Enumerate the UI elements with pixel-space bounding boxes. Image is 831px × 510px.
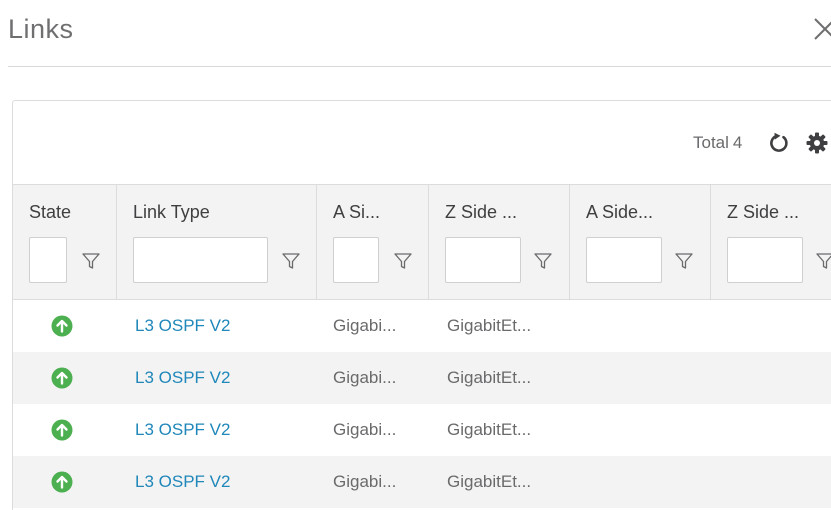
filter-icon[interactable] [281, 251, 301, 271]
column-header-state[interactable]: State [29, 202, 71, 223]
z-side-cell: GigabitEt... [447, 368, 532, 387]
state-filter-input[interactable] [29, 237, 67, 283]
filter-icon[interactable] [674, 251, 694, 271]
column-z-side: Z Side ... [429, 185, 570, 299]
column-header-z-side-2[interactable]: Z Side ... [727, 202, 799, 223]
column-link-type: Link Type [117, 185, 317, 299]
z-side-filter-input[interactable] [445, 237, 521, 283]
link-type-filter-input[interactable] [133, 237, 268, 283]
column-a-side: A Si... [317, 185, 429, 299]
close-icon [814, 18, 831, 40]
arrow-up-circle-icon [51, 419, 73, 441]
z-side-cell: GigabitEt... [447, 472, 532, 491]
arrow-up-circle-icon [51, 315, 73, 337]
filter-icon[interactable] [81, 251, 101, 271]
table-toolbar: Total 4 [13, 101, 831, 185]
dialog-title: Links [8, 14, 74, 44]
table-body: L3 OSPF V2 Gigabi... GigabitEt... L3 OSP… [13, 300, 831, 508]
column-a-side-2: A Side... [570, 185, 711, 299]
links-table-panel: Total 4 State Link Type A Si... Z Side .… [12, 100, 831, 510]
gear-icon [806, 132, 828, 154]
link-type-link[interactable]: L3 OSPF V2 [135, 404, 230, 456]
close-button[interactable] [810, 14, 831, 44]
filter-icon[interactable] [815, 251, 831, 271]
column-z-side-2: Z Side ... [711, 185, 831, 299]
column-header-a-side[interactable]: A Si... [333, 202, 380, 223]
z-side-cell: GigabitEt... [447, 420, 532, 439]
table-header: State Link Type A Si... Z Side ... A Sid… [13, 185, 831, 300]
table-row[interactable]: L3 OSPF V2 Gigabi... GigabitEt... [13, 300, 831, 352]
column-state: State [13, 185, 117, 299]
total-count: 4 [732, 133, 743, 152]
a-side-cell: Gigabi... [333, 368, 397, 387]
arrow-up-circle-icon [51, 471, 73, 493]
total-label: Total [693, 133, 729, 152]
z-side-2-filter-input[interactable] [727, 237, 803, 283]
refresh-icon [770, 132, 788, 152]
z-side-cell: GigabitEt... [447, 316, 532, 335]
refresh-button[interactable] [768, 132, 790, 154]
column-header-z-side[interactable]: Z Side ... [445, 202, 517, 223]
link-type-link[interactable]: L3 OSPF V2 [135, 300, 230, 352]
filter-icon[interactable] [393, 251, 413, 271]
a-side-cell: Gigabi... [333, 472, 397, 491]
table-row[interactable]: L3 OSPF V2 Gigabi... GigabitEt... [13, 404, 831, 456]
filter-icon[interactable] [533, 251, 553, 271]
link-type-link[interactable]: L3 OSPF V2 [135, 456, 230, 508]
arrow-up-circle-icon [51, 367, 73, 389]
a-side-cell: Gigabi... [333, 316, 397, 335]
table-row[interactable]: L3 OSPF V2 Gigabi... GigabitEt... [13, 352, 831, 404]
link-type-link[interactable]: L3 OSPF V2 [135, 352, 230, 404]
settings-button[interactable] [806, 132, 828, 154]
a-side-2-filter-input[interactable] [586, 237, 662, 283]
table-row[interactable]: L3 OSPF V2 Gigabi... GigabitEt... [13, 456, 831, 508]
a-side-cell: Gigabi... [333, 420, 397, 439]
column-header-a-side-2[interactable]: A Side... [586, 202, 653, 223]
title-divider [8, 66, 831, 67]
column-header-link-type[interactable]: Link Type [133, 202, 210, 223]
total-count-label: Total 4 [693, 133, 742, 153]
a-side-filter-input[interactable] [333, 237, 379, 283]
